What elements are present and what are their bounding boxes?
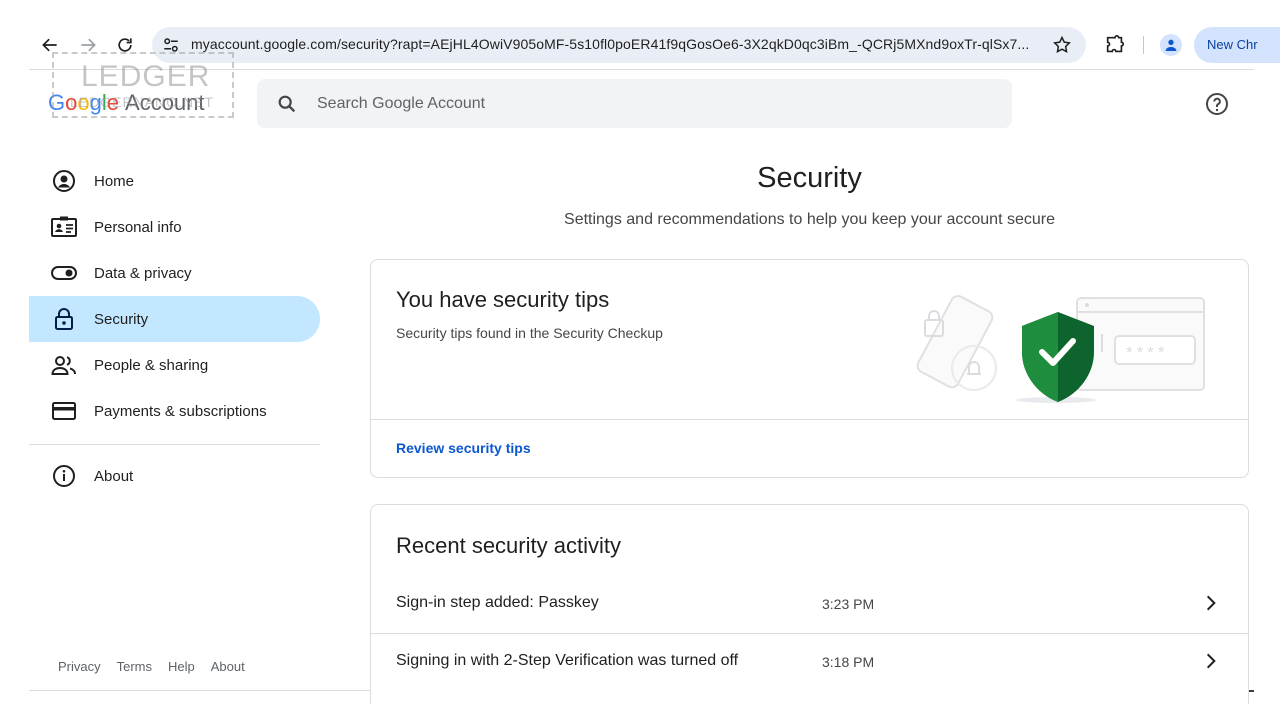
sidebar-item-about[interactable]: About	[29, 453, 320, 499]
credit-card-icon	[52, 402, 76, 420]
sidebar-item-label: Personal info	[94, 218, 182, 236]
page-subtitle: Settings and recommendations to help you…	[564, 211, 1055, 228]
address-bar[interactable]: myaccount.google.com/security?rapt=AEjHL…	[152, 27, 1086, 63]
sidebar-item-label: Security	[94, 310, 149, 328]
sidebar-item-data-privacy[interactable]: Data & privacy	[29, 250, 320, 296]
logo-account-text: Account	[125, 90, 205, 115]
activity-text: Signing in with 2-Step Verification was …	[396, 652, 739, 669]
chevron-right-icon	[1206, 653, 1216, 669]
security-tips-card: You have security tips Security tips fou…	[370, 259, 1249, 478]
lock-icon	[55, 308, 73, 330]
security-shield-illustration: ****	[916, 294, 1205, 403]
account-circle-icon	[53, 170, 75, 192]
logo-letter: G	[48, 90, 66, 115]
phone-illustration	[916, 294, 994, 389]
help-icon[interactable]	[1205, 92, 1229, 116]
arrow-left-icon	[42, 38, 57, 52]
new-chrome-button[interactable]: New Chr	[1194, 27, 1280, 63]
sidebar-item-label: Home	[94, 172, 135, 190]
person-icon	[1165, 39, 1177, 51]
review-security-tips-link[interactable]: Review security tips	[396, 440, 531, 456]
sidebar-item-label: People & sharing	[94, 356, 209, 374]
sidebar-item-home[interactable]: Home	[29, 158, 320, 204]
sidebar-item-label: Payments & subscriptions	[94, 402, 267, 420]
sidebar-item-payments[interactable]: Payments & subscriptions	[29, 388, 320, 434]
bell-icon	[967, 361, 981, 375]
logo-letter: o	[77, 90, 90, 115]
sidebar-item-label: Data & privacy	[94, 264, 192, 282]
logo-letter: o	[65, 90, 78, 115]
card-subtitle: Security tips found in the Security Chec…	[396, 325, 663, 341]
search-icon[interactable]	[276, 93, 298, 115]
activity-text: Sign-in step added: Passkey	[396, 594, 599, 611]
card-title: You have security tips	[396, 287, 610, 312]
people-icon	[51, 356, 76, 375]
id-card-icon	[51, 216, 77, 237]
arrow-right-icon	[81, 38, 96, 52]
footer-divider	[29, 690, 371, 691]
footer-link-about[interactable]: About	[211, 659, 245, 674]
logo-letter: g	[89, 90, 102, 115]
card-title: Recent security activity	[396, 533, 621, 558]
search-bar[interactable]	[257, 79, 1012, 128]
recent-activity-card: Recent security activity Sign-in step ad…	[370, 504, 1249, 704]
sidebar-divider	[29, 444, 320, 445]
footer-link-privacy[interactable]: Privacy	[58, 659, 101, 674]
toggle-icon	[51, 266, 77, 280]
activity-row[interactable]: Signing in with 2-Step Verification was …	[371, 634, 1248, 692]
card-divider	[371, 419, 1248, 420]
url-text[interactable]: myaccount.google.com/security?rapt=AEjHL…	[191, 36, 1041, 52]
chevron-right-icon	[1206, 595, 1216, 611]
footer-link-help[interactable]: Help	[168, 659, 195, 674]
footer-link-terms[interactable]: Terms	[117, 659, 152, 674]
sidebar-item-label: About	[94, 467, 134, 485]
extensions-icon[interactable]	[1104, 34, 1126, 56]
browser-toolbar: myaccount.google.com/security?rapt=AEjHL…	[0, 0, 1280, 70]
profile-avatar[interactable]	[1160, 34, 1182, 56]
toolbar-divider	[1143, 36, 1144, 54]
reload-icon	[118, 38, 132, 52]
toolbar-border	[29, 69, 1254, 70]
password-mask-text: ****	[1126, 343, 1168, 362]
google-account-logo[interactable]: Google Account	[48, 90, 205, 120]
search-input[interactable]	[317, 91, 977, 117]
info-icon	[53, 465, 75, 487]
logo-letter: e	[106, 90, 120, 115]
back-button[interactable]	[38, 33, 62, 57]
activity-time: 3:23 PM	[822, 596, 875, 612]
activity-row[interactable]: Sign-in step added: Passkey 3:23 PM	[371, 576, 1248, 634]
bookmark-star-icon[interactable]	[1052, 35, 1072, 55]
page-title: Security	[757, 162, 862, 194]
reload-button[interactable]	[113, 33, 137, 57]
site-settings-icon[interactable]	[162, 36, 180, 54]
sidebar-item-security[interactable]: Security	[29, 296, 320, 342]
sidebar-nav: Home Personal info Data & privacy Securi…	[29, 158, 320, 499]
sidebar-item-personal-info[interactable]: Personal info	[29, 204, 320, 250]
activity-time: 3:18 PM	[822, 654, 875, 670]
sidebar-item-people-sharing[interactable]: People & sharing	[29, 342, 320, 388]
footer-links: Privacy Terms Help About	[58, 659, 261, 674]
forward-button[interactable]	[76, 33, 100, 57]
